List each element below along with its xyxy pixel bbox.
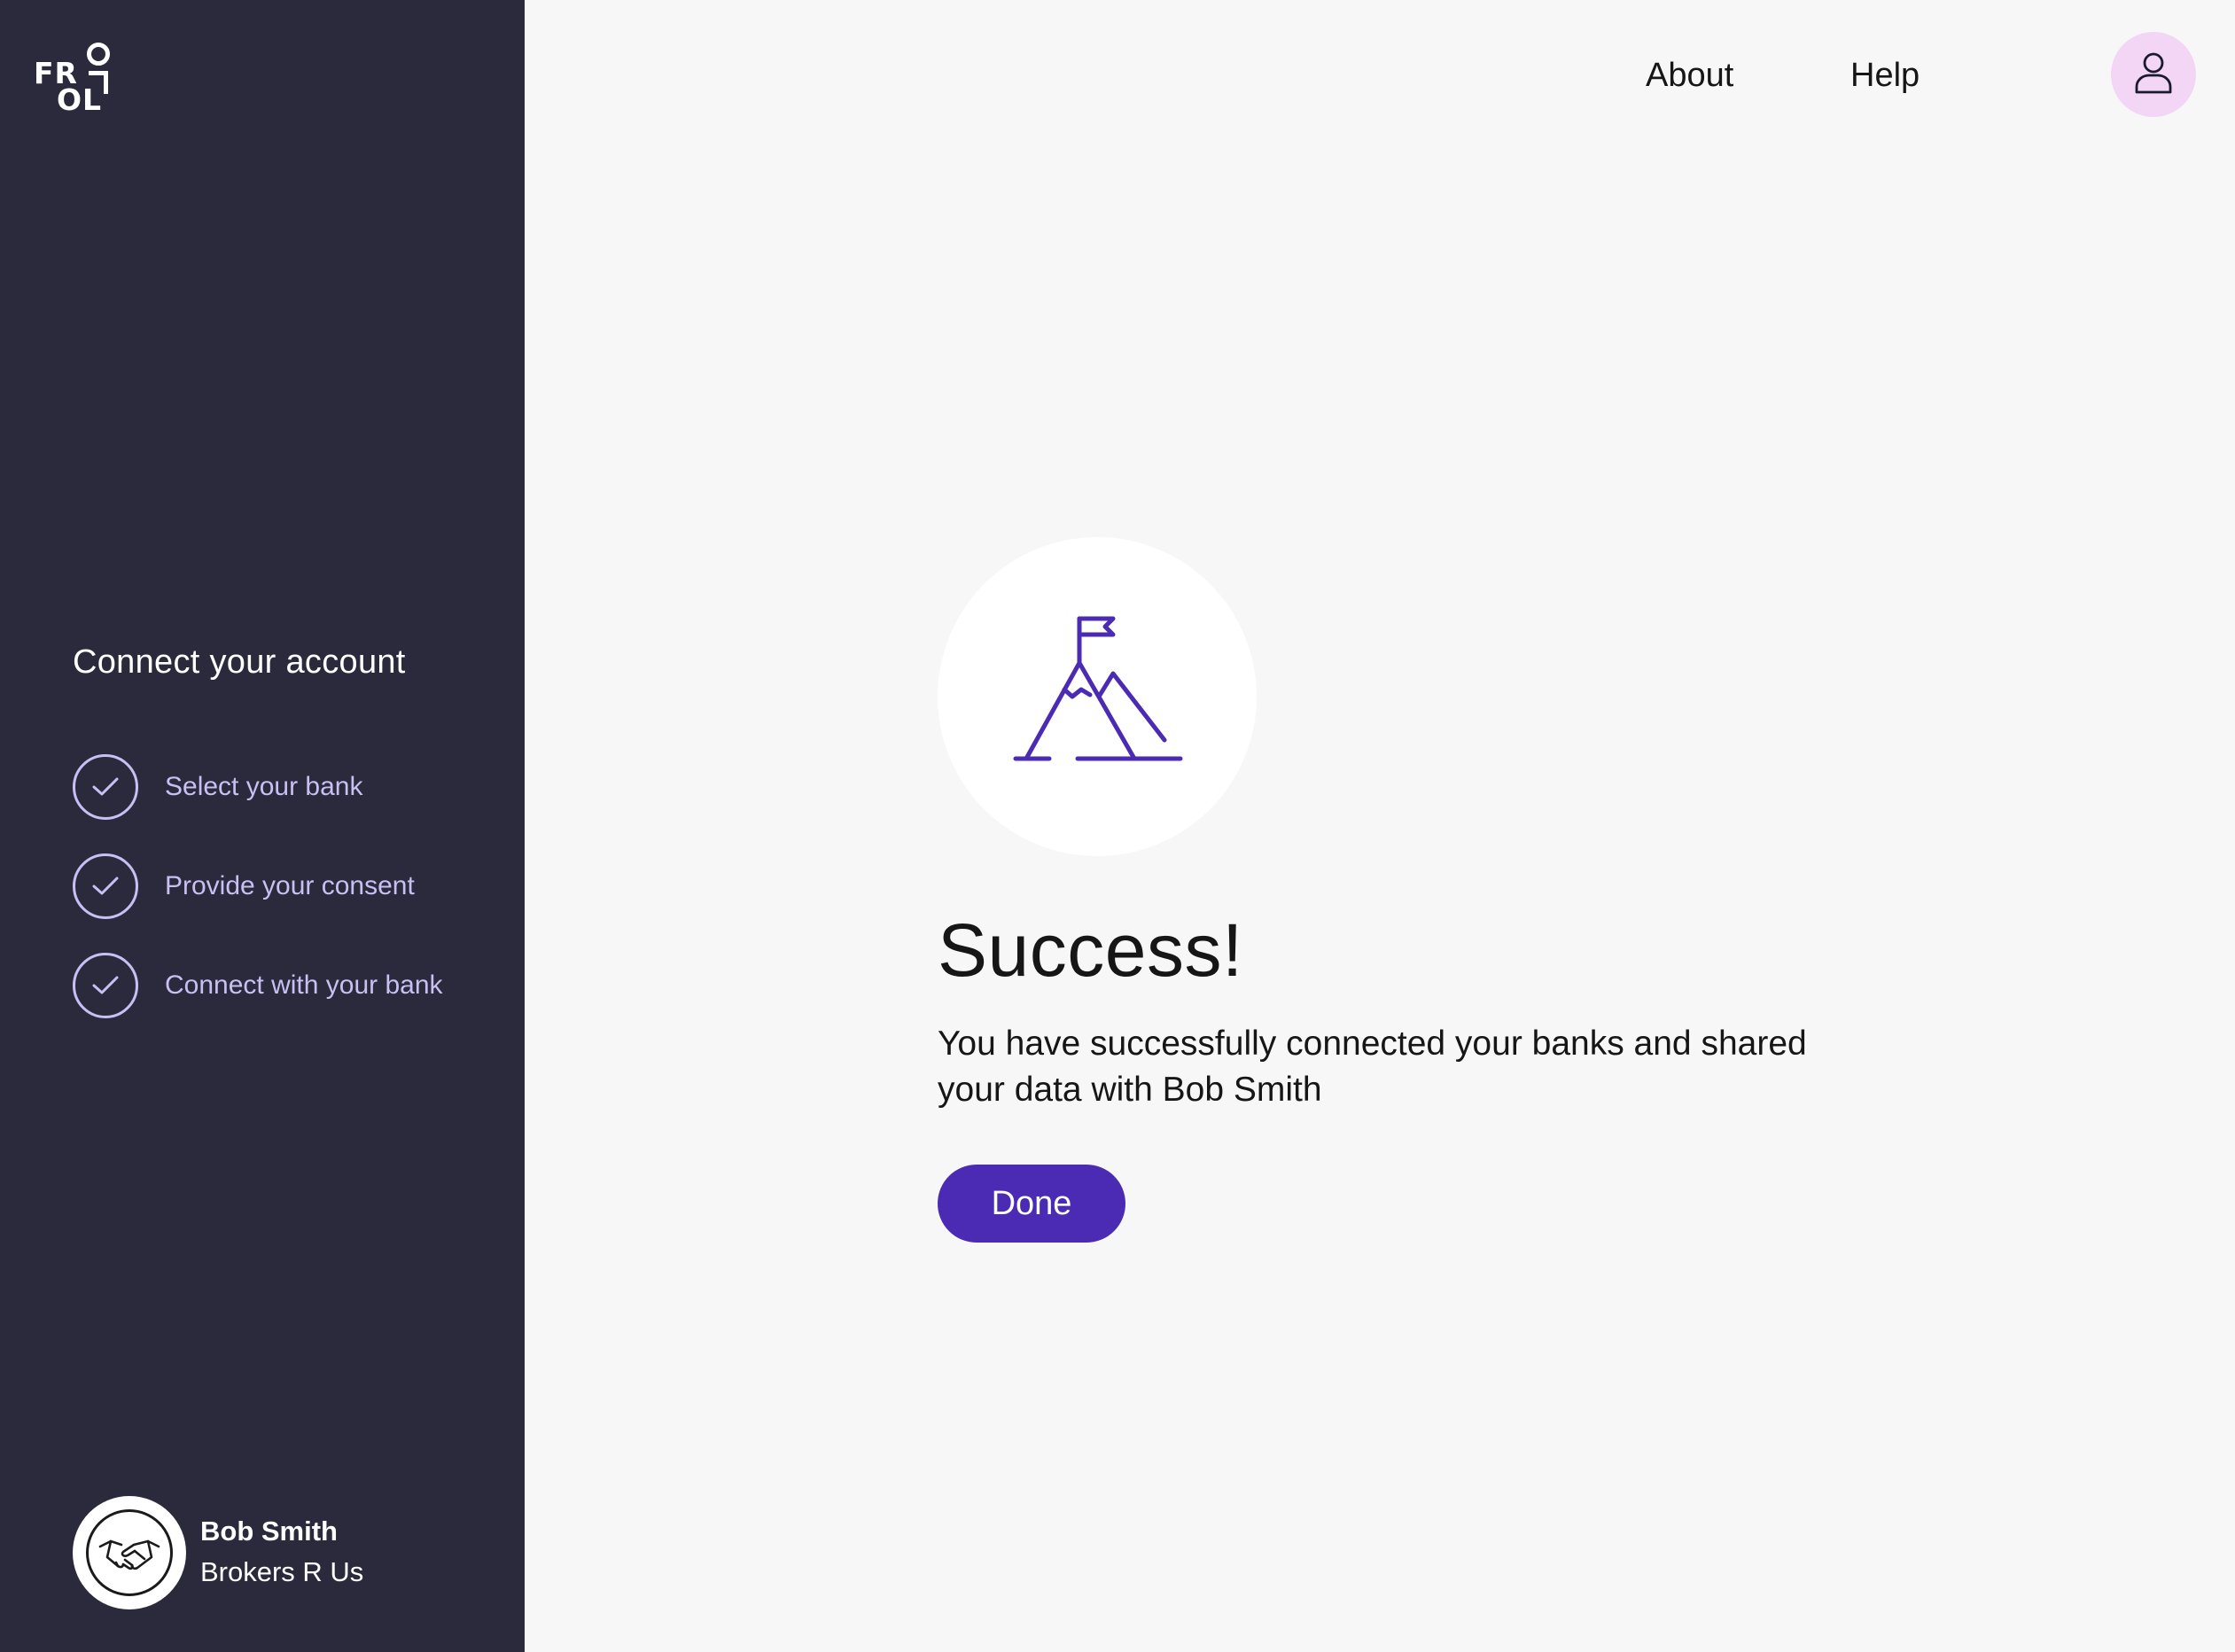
success-illustration — [938, 537, 1257, 856]
check-icon — [73, 953, 138, 1018]
user-icon — [2134, 51, 2173, 98]
logo-text-line2: OL — [57, 82, 103, 117]
logo-bar-vertical — [104, 71, 108, 94]
broker-profile: Bob Smith Brokers R Us — [73, 1496, 363, 1609]
profile-company: Brokers R Us — [200, 1556, 364, 1587]
sidebar-title: Connect your account — [73, 643, 406, 681]
step-label: Connect with your bank — [165, 970, 443, 1000]
handshake-icon — [86, 1509, 173, 1596]
step-connect-bank: Connect with your bank — [73, 950, 516, 1021]
check-icon — [73, 754, 138, 820]
step-label: Select your bank — [165, 772, 363, 801]
step-provide-consent: Provide your consent — [73, 851, 516, 922]
frollo-logo[interactable]: FR OL — [34, 39, 113, 117]
nav-about-link[interactable]: About — [1646, 51, 1733, 99]
page-title: Success! — [938, 908, 1243, 992]
logo-o-mark — [87, 43, 110, 66]
mountain-flag-icon — [1013, 616, 1183, 761]
profile-name: Bob Smith — [200, 1516, 338, 1547]
step-select-bank: Select your bank — [73, 752, 516, 822]
step-label: Provide your consent — [165, 871, 415, 900]
user-menu-button[interactable] — [2111, 32, 2196, 117]
nav-help-link[interactable]: Help — [1850, 51, 1920, 99]
done-button[interactable]: Done — [938, 1165, 1125, 1243]
step-list: Select your bank Provide your consent Co… — [73, 752, 516, 1049]
success-message: You have successfully connected your ban… — [938, 1025, 1807, 1109]
sidebar: FR OL Connect your account Select your b… — [0, 0, 525, 1652]
check-icon — [73, 853, 138, 919]
profile-text: Bob Smith Brokers R Us — [200, 1512, 363, 1594]
avatar — [73, 1496, 186, 1609]
